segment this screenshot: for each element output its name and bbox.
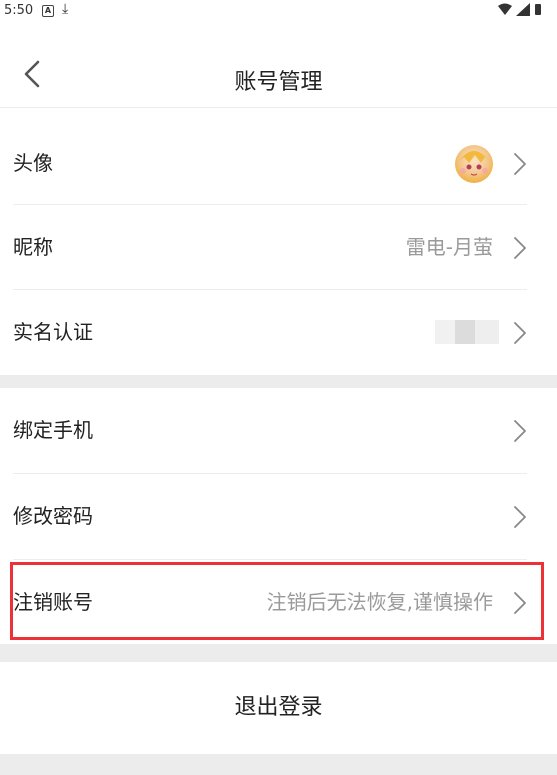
avatar-row[interactable]: 头像 bbox=[0, 121, 557, 205]
bind-phone-row[interactable]: 绑定手机 bbox=[0, 388, 557, 472]
real-name-label: 实名认证 bbox=[13, 320, 93, 344]
nickname-row[interactable]: 昵称 雷电-月萤 bbox=[0, 205, 557, 289]
chevron-right-icon bbox=[514, 237, 526, 259]
chevron-right-icon bbox=[514, 153, 526, 175]
cancel-account-label: 注销账号 bbox=[13, 590, 93, 614]
chevron-right-icon bbox=[514, 322, 526, 344]
cancel-account-warning: 注销后无法恢复,谨慎操作 bbox=[266, 590, 493, 614]
blurred-verification-status bbox=[435, 320, 499, 344]
status-time: 5:50 bbox=[4, 3, 34, 18]
chevron-right-icon bbox=[514, 592, 526, 614]
change-password-label: 修改密码 bbox=[13, 504, 93, 528]
status-bar: 5:50 A ⤓ bbox=[0, 0, 557, 22]
page-title: 账号管理 bbox=[234, 70, 323, 95]
top-bar: 账号管理 bbox=[0, 22, 557, 108]
download-icon: ⤓ bbox=[62, 1, 69, 17]
signal-icon bbox=[516, 3, 530, 16]
logout-label: 退出登录 bbox=[234, 695, 323, 720]
battery-icon bbox=[535, 4, 541, 15]
avatar bbox=[455, 145, 493, 183]
real-name-row[interactable]: 实名认证 bbox=[0, 290, 557, 374]
profile-section: 头像 昵称 雷电-月萤 实名认证 bbox=[0, 108, 557, 375]
change-password-row[interactable]: 修改密码 bbox=[0, 474, 557, 558]
a-icon: A bbox=[42, 5, 54, 17]
security-section: 绑定手机 修改密码 注销账号 注销后无法恢复,谨慎操作 bbox=[0, 388, 557, 644]
chevron-right-icon bbox=[514, 506, 526, 528]
avatar-label: 头像 bbox=[13, 151, 53, 175]
bind-phone-label: 绑定手机 bbox=[13, 418, 93, 442]
nickname-value: 雷电-月萤 bbox=[405, 235, 493, 259]
wifi-icon bbox=[498, 3, 512, 15]
chevron-right-icon bbox=[514, 420, 526, 442]
logout-button[interactable]: 退出登录 bbox=[0, 662, 557, 754]
cancel-account-row[interactable]: 注销账号 注销后无法恢复,谨慎操作 bbox=[0, 560, 557, 644]
nickname-label: 昵称 bbox=[13, 235, 53, 259]
